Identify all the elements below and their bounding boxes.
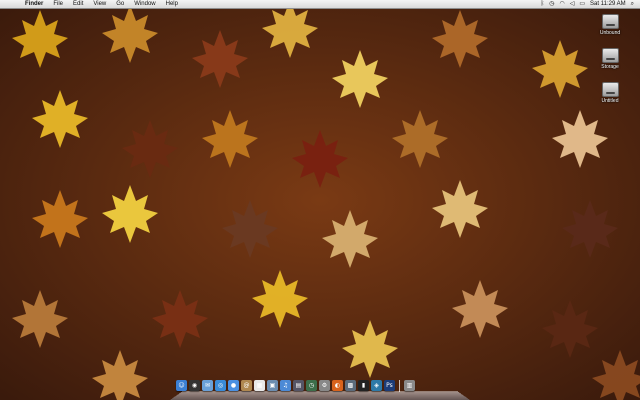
spotlight-icon[interactable]: ⌕ [631, 0, 634, 9]
mac-app-icon[interactable]: ▩ [345, 380, 356, 391]
wifi-icon[interactable]: ◠ [560, 0, 565, 9]
photoshop-icon[interactable]: Ps [384, 380, 395, 391]
ichat-icon[interactable]: ● [228, 380, 239, 391]
dock-shelf [170, 391, 470, 400]
trash-icon[interactable]: ▥ [404, 380, 415, 391]
menu-extras: ᛒ ◷ ◠ ◁ ▭ Sat 11:29 AM ⌕ [541, 0, 634, 9]
bluetooth-icon[interactable]: ᛒ [541, 0, 545, 9]
dashboard-icon[interactable]: ◉ [189, 380, 200, 391]
drive-label: Untitled [601, 98, 619, 104]
mail-icon[interactable]: ✉ [202, 380, 213, 391]
drive-label: Unbound [599, 30, 621, 36]
itunes-icon[interactable]: ♫ [280, 380, 291, 391]
menu-bar: Finder File Edit View Go Window Help ᛒ ◷… [0, 0, 640, 9]
desktop-drive[interactable]: Storage [593, 48, 627, 70]
desktop-wallpaper [0, 0, 640, 400]
network-icon[interactable]: ◈ [371, 380, 382, 391]
menu-clock[interactable]: Sat 11:29 AM [590, 0, 626, 9]
time-machine-icon[interactable]: ◷ [549, 0, 554, 9]
system-preferences-icon[interactable]: ⚙ [319, 380, 330, 391]
preview-icon[interactable]: ▣ [267, 380, 278, 391]
battery-icon[interactable]: ▭ [579, 0, 585, 9]
spaces-icon[interactable]: ▤ [293, 380, 304, 391]
drive-label: Storage [601, 64, 619, 70]
dock-separator [399, 380, 400, 392]
menu-edit[interactable]: Edit [68, 0, 88, 9]
menu-app-finder[interactable]: Finder [20, 0, 48, 9]
dock: ☺ ◉ ✉ ◎ ● @ ▦ ▣ ♫ ▤ ◷ ⚙ ◐ ▩ ▮ ◈ Ps ▥ [170, 378, 470, 400]
safari-icon[interactable]: ◎ [215, 380, 226, 391]
desktop-drive[interactable]: Unbound [593, 14, 627, 36]
finder-icon[interactable]: ☺ [176, 380, 187, 391]
menu-go[interactable]: Go [111, 0, 129, 9]
menu-file[interactable]: File [48, 0, 68, 9]
dock-icons: ☺ ◉ ✉ ◎ ● @ ▦ ▣ ♫ ▤ ◷ ⚙ ◐ ▩ ▮ ◈ Ps ▥ [176, 380, 415, 392]
menu-list: Finder File Edit View Go Window Help [20, 0, 183, 9]
hard-drive-icon [601, 14, 619, 29]
menu-window[interactable]: Window [129, 0, 160, 9]
menu-view[interactable]: View [88, 0, 111, 9]
terminal-icon[interactable]: ▮ [358, 380, 369, 391]
volume-icon[interactable]: ◁ [570, 0, 575, 9]
hard-drive-icon [601, 82, 619, 97]
firefox-icon[interactable]: ◐ [332, 380, 343, 391]
menu-help[interactable]: Help [161, 0, 183, 9]
hard-drive-icon [601, 48, 619, 63]
desktop-drive[interactable]: Untitled [593, 82, 627, 104]
ical-icon[interactable]: ▦ [254, 380, 265, 391]
time-machine-icon[interactable]: ◷ [306, 380, 317, 391]
address-book-icon[interactable]: @ [241, 380, 252, 391]
